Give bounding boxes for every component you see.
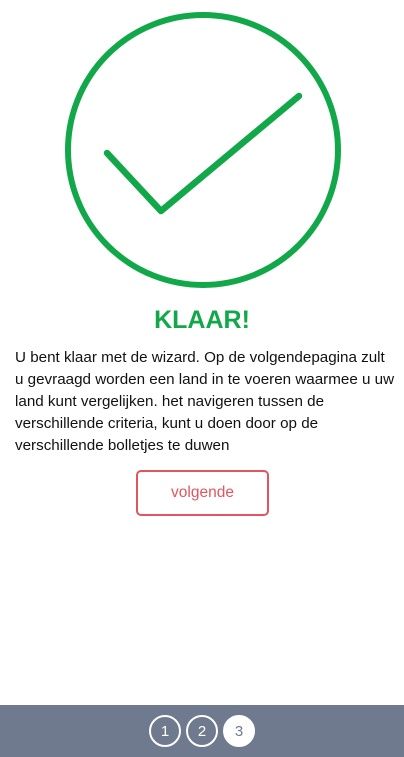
step-dot-2[interactable]: 2 [186,715,218,747]
completion-message: U bent klaar met de wizard. Op de volgen… [15,349,395,454]
check-mark [103,92,303,215]
next-button[interactable]: volgende [136,470,269,516]
step-dot-1[interactable]: 1 [149,715,181,747]
check-circle-icon [65,12,341,288]
step-navigation: 1 2 3 [0,705,404,757]
check-circle-ring [65,12,341,288]
completion-title: KLAAR! [154,306,250,334]
step-dot-3-active[interactable]: 3 [223,715,255,747]
